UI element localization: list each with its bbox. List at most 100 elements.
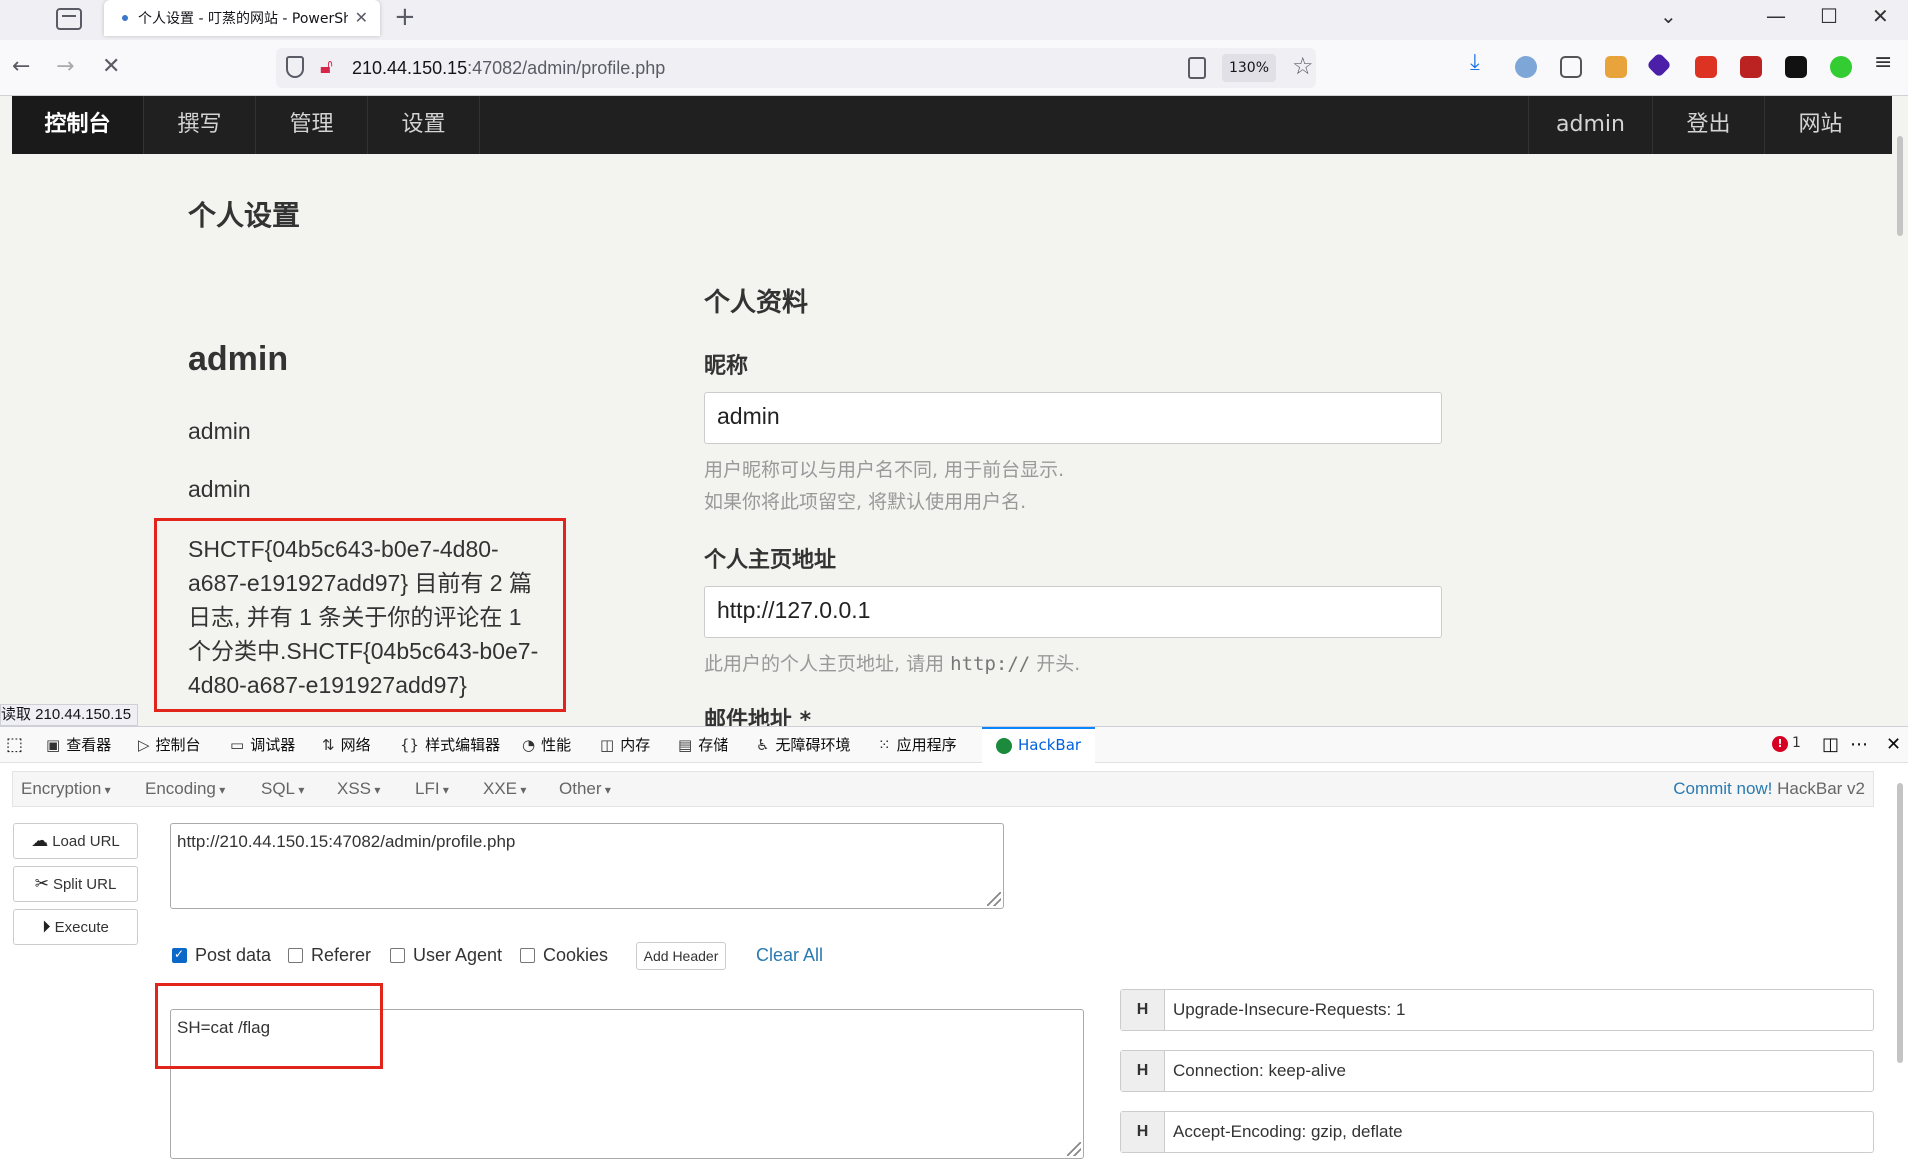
site-nav-manage[interactable]: 管理 [256, 96, 368, 154]
execute-button[interactable]: ⏵︎ Execute [13, 909, 138, 945]
site-nav-website[interactable]: 网站 [1764, 96, 1876, 154]
header-value[interactable]: Accept-Encoding: gzip, deflate [1165, 1112, 1403, 1152]
page-scrollbar-thumb[interactable] [1897, 136, 1903, 236]
address-bar[interactable]: 🔓︎ 210.44.150.15:47082/admin/profile.php… [276, 48, 1316, 88]
tab-memory[interactable]: ◫ 内存 [600, 727, 650, 763]
bookmark-star-icon[interactable]: ☆ [1292, 52, 1314, 80]
extension-badge-icon[interactable] [1695, 56, 1717, 78]
hamburger-menu-icon[interactable]: ≡ [1874, 50, 1892, 75]
new-tab-icon[interactable]: + [394, 2, 416, 32]
checkbox-unchecked[interactable] [520, 948, 535, 963]
storage-icon: ▤ [678, 736, 693, 754]
load-url-button[interactable]: ☁︎ Load URL [13, 823, 138, 859]
back-icon[interactable]: ← [12, 54, 30, 79]
extension-orange-icon[interactable] [1605, 56, 1627, 78]
tab-close-icon[interactable]: ✕ [355, 8, 368, 27]
checkbox-unchecked[interactable] [390, 948, 405, 963]
menu-sql[interactable]: SQL [261, 772, 304, 806]
menu-xss[interactable]: XSS [337, 772, 380, 806]
devtools-scrollbar-thumb[interactable] [1897, 783, 1903, 1063]
nickname-input[interactable]: admin [704, 392, 1442, 444]
extension-green-icon[interactable] [1830, 56, 1852, 78]
puzzle-extension-icon[interactable] [1560, 56, 1582, 78]
site-nav-dashboard[interactable]: 控制台 [12, 96, 144, 154]
maximize-icon[interactable]: ☐ [1820, 4, 1838, 28]
header-key: H [1121, 1051, 1165, 1091]
play-circle-icon: ⏵︎ [42, 917, 51, 936]
tab-storage[interactable]: ▤ 存储 [678, 727, 728, 763]
performance-icon: ◔ [522, 736, 536, 754]
email-label: 邮件地址 * [704, 708, 812, 726]
user-agent-checkbox[interactable]: User Agent [390, 945, 502, 966]
tab-console[interactable]: ▷ 控制台 [138, 727, 201, 763]
menu-encryption[interactable]: Encryption [21, 772, 111, 806]
add-header-button[interactable]: Add Header [636, 942, 726, 970]
browser-tab-active[interactable]: 个人设置 - 叮蒸的网站 - PowerShell ✕ [104, 0, 380, 36]
hackbar-url-textarea[interactable]: http://210.44.150.15:47082/admin/profile… [170, 823, 1004, 909]
resize-grip-icon[interactable] [1067, 1142, 1081, 1156]
menu-other[interactable]: Other [559, 772, 611, 806]
forward-icon[interactable]: → [56, 54, 74, 79]
devtools-scrollbar[interactable] [1892, 763, 1908, 1168]
minimize-icon[interactable]: — [1766, 4, 1786, 28]
zoom-level[interactable]: 130% [1222, 54, 1276, 82]
window-close-icon[interactable]: ✕ [1872, 4, 1889, 28]
tab-performance[interactable]: ◔ 性能 [522, 727, 571, 763]
header-value[interactable]: Upgrade-Insecure-Requests: 1 [1165, 990, 1405, 1030]
commit-now-link[interactable]: Commit now! [1673, 779, 1772, 798]
network-icon: ⇅ [322, 736, 335, 754]
site-nav-logout[interactable]: 登出 [1652, 96, 1764, 154]
profile-username: admin [188, 476, 251, 502]
error-icon[interactable]: ! [1772, 736, 1788, 752]
insecure-lock-icon[interactable]: 🔓︎ [320, 54, 333, 78]
clear-all-link[interactable]: Clear All [756, 945, 823, 966]
tab-overflow-chevron-icon[interactable]: ⌄ [1660, 4, 1677, 28]
menu-lfi[interactable]: LFI [415, 772, 449, 806]
devtools-close-icon[interactable]: ✕ [1886, 727, 1901, 763]
post-data-checkbox[interactable]: Post data [172, 945, 271, 966]
tab-accessibility[interactable]: ♿︎ 无障碍环境 [756, 727, 850, 763]
referer-checkbox[interactable]: Referer [288, 945, 371, 966]
header-row[interactable]: H Connection: keep-alive [1120, 1050, 1874, 1092]
menu-xxe[interactable]: XXE [483, 772, 526, 806]
extension-purple-icon[interactable] [1646, 52, 1672, 78]
header-row[interactable]: H Upgrade-Insecure-Requests: 1 [1120, 989, 1874, 1031]
devtools-more-icon[interactable]: ⋯ [1850, 727, 1868, 763]
site-nav-write[interactable]: 撰写 [144, 96, 256, 154]
stop-icon[interactable]: ✕ [102, 54, 120, 79]
tab-inspector[interactable]: ▣ 查看器 [46, 727, 111, 763]
checkbox-checked[interactable] [172, 947, 187, 963]
site-nav-settings[interactable]: 设置 [368, 96, 480, 154]
extension-red-icon[interactable] [1740, 56, 1762, 78]
tab-loading-dot [122, 15, 128, 21]
cookies-checkbox[interactable]: Cookies [520, 945, 608, 966]
dock-side-icon[interactable]: ◫ [1822, 727, 1839, 763]
menu-encoding[interactable]: Encoding [145, 772, 225, 806]
resize-grip-icon[interactable] [987, 892, 1001, 906]
tab-application[interactable]: ⁙ 应用程序 [878, 727, 957, 763]
tab-list-icon[interactable] [56, 8, 82, 30]
checkbox-unchecked[interactable] [288, 948, 303, 963]
header-row[interactable]: H Accept-Encoding: gzip, deflate [1120, 1111, 1874, 1153]
tracking-shield-icon[interactable] [286, 56, 304, 78]
tab-style-editor[interactable]: {} 样式编辑器 [400, 727, 500, 763]
element-picker-icon[interactable]: ⬚ [6, 727, 23, 763]
extension-black-icon[interactable] [1785, 56, 1807, 78]
tab-hackbar[interactable]: HackBar [982, 727, 1096, 763]
hackbar-menu: Encryption Encoding SQL XSS LFI XXE Othe… [12, 771, 1874, 807]
split-url-button[interactable]: ✂︎ Split URL [13, 866, 138, 902]
site-top-nav: 控制台 撰写 管理 设置 admin 登出 网站 [12, 96, 1892, 154]
download-icon[interactable]: ⤓ [1470, 50, 1492, 75]
header-value[interactable]: Connection: keep-alive [1165, 1051, 1346, 1091]
page-scrollbar[interactable] [1892, 96, 1908, 726]
homepage-input[interactable]: http://127.0.0.1 [704, 586, 1442, 638]
error-count[interactable]: 1 [1792, 735, 1801, 751]
globe-extension-icon[interactable] [1515, 56, 1537, 78]
reader-view-icon[interactable] [1188, 57, 1206, 79]
devtools-panel: ⬚ ▣ 查看器 ▷ 控制台 ▭ 调试器 ⇅ 网络 {} 样式编辑器 ◔ 性能 ◫ 内存 ▤ 存储… [0, 726, 1908, 1168]
tab-debugger[interactable]: ▭ 调试器 [230, 727, 295, 763]
url-text[interactable]: 210.44.150.15:47082/admin/profile.php [352, 58, 665, 79]
tab-network[interactable]: ⇅ 网络 [322, 727, 371, 763]
nickname-help-1: 用户昵称可以与用户名不同, 用于前台显示. [704, 459, 1065, 481]
site-nav-user[interactable]: admin [1528, 96, 1652, 154]
